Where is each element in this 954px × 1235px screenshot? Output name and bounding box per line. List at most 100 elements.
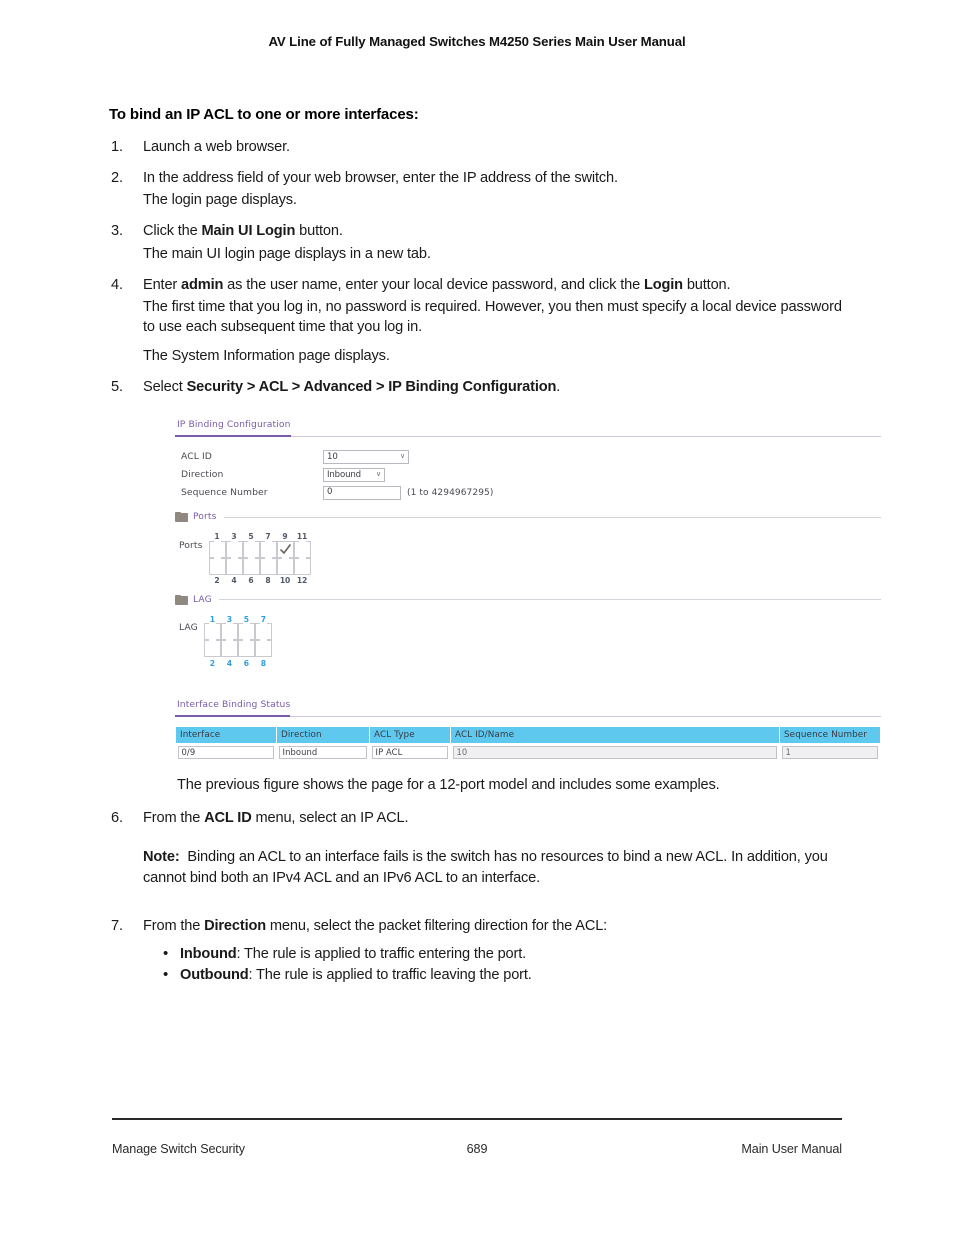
step-7: 7. From the Direction menu, select the p…	[109, 916, 843, 987]
lag-cell-8[interactable]	[254, 640, 272, 658]
step-emphasis: Direction	[204, 917, 267, 934]
direction-value: Inbound	[327, 469, 361, 480]
running-header: AV Line of Fully Managed Switches M4250 …	[268, 34, 686, 49]
step-text: Launch a web browser.	[143, 139, 290, 155]
lag-cell-4[interactable]	[220, 640, 238, 658]
page-title: To bind an IP ACL to one or more interfa…	[109, 106, 419, 123]
lag-cell-7[interactable]	[254, 623, 272, 641]
column-header-interface[interactable]: Interface	[175, 725, 277, 745]
step-text-post: button.	[682, 276, 731, 293]
lag-bottom-numbers: 2 4 6 8	[204, 657, 272, 667]
interface-binding-status-table: Interface Direction ACL Type ACL ID/Name…	[175, 725, 881, 763]
column-header-sequence-number[interactable]: Sequence Number	[779, 725, 881, 745]
step-number: 5.	[111, 379, 123, 396]
ip-binding-configuration-tab[interactable]: IP Binding Configuration	[175, 413, 881, 437]
ports-group-title: Ports	[193, 510, 217, 522]
port-cell-2[interactable]	[208, 557, 226, 575]
ports-row-label: Ports	[179, 539, 203, 551]
lag-cell-1[interactable]	[203, 623, 221, 641]
acl-id-select[interactable]: 10 ∨	[323, 449, 409, 464]
lag-cell-5[interactable]	[237, 623, 255, 641]
step-text-pre: Select	[143, 379, 187, 396]
figure-caption: The previous figure shows the page for a…	[177, 777, 720, 794]
step-3: 3. Click the Main UI Login button. The m…	[109, 221, 843, 263]
lag-number: 2	[209, 658, 215, 668]
tab-label: IP Binding Configuration	[175, 419, 291, 437]
step-subtext: The main UI login page displays in a new…	[143, 245, 431, 262]
ports-top-numbers: 1 3 5 7 9 11	[209, 531, 311, 541]
acl-id-name-input[interactable]: 10	[452, 746, 777, 760]
port-cell-7[interactable]	[259, 540, 277, 558]
step-text-post: .	[556, 379, 561, 396]
chevron-down-icon: ∨	[376, 470, 381, 479]
interface-binding-status-tab[interactable]: Interface Binding Status	[175, 693, 881, 717]
port-cell-8[interactable]	[259, 557, 277, 575]
bullet-desc: : The rule is applied to traffic leaving…	[248, 967, 532, 984]
step-emphasis: Main UI Login	[201, 223, 296, 240]
ports-top-row	[208, 540, 311, 558]
port-cell-5[interactable]	[242, 540, 260, 558]
port-cell-9[interactable]	[276, 540, 294, 558]
table-row: 0/9 Inbound IP ACL 10 1	[176, 744, 881, 763]
note-label: Note:	[143, 849, 180, 866]
cell-acl-id-name: 10	[451, 744, 780, 763]
list-item-inbound: Inbound: The rule is applied to traffic …	[163, 943, 843, 965]
port-cell-1[interactable]	[208, 540, 226, 558]
step-4: 4. Enter admin as the user name, enter y…	[109, 275, 843, 367]
lag-cell-2[interactable]	[203, 640, 221, 658]
direction-select[interactable]: Inbound ∨	[323, 467, 385, 482]
port-cell-12[interactable]	[293, 557, 311, 575]
port-cell-10[interactable]	[276, 557, 294, 575]
lag-number: 8	[260, 658, 266, 668]
document-page: AV Line of Fully Managed Switches M4250 …	[0, 0, 954, 1235]
lag-grid: 1 3 5 7 2 4 6 8	[203, 613, 272, 667]
checkmark-icon	[279, 543, 291, 554]
cell-interface: 0/9	[176, 744, 277, 763]
sequence-number-input[interactable]: 0	[323, 485, 401, 500]
port-number: 10	[279, 576, 291, 586]
ports-bottom-numbers: 2 4 6 8 10 12	[209, 575, 311, 585]
step-text-post: button.	[295, 223, 343, 240]
step-number: 4.	[111, 276, 123, 293]
step-subtext: The first time that you log in, no passw…	[143, 298, 842, 335]
bullet-term: Outbound	[180, 967, 249, 984]
sequence-number-input[interactable]: 1	[781, 746, 878, 760]
direction-input[interactable]: Inbound	[278, 746, 367, 760]
step-2: 2. In the address field of your web brow…	[109, 168, 843, 210]
bullet-term: Inbound	[180, 945, 237, 962]
ports-bottom-row	[208, 557, 311, 575]
step-text-pre: From the	[143, 810, 205, 827]
lag-cell-3[interactable]	[220, 623, 238, 641]
cell-acl-type: IP ACL	[370, 744, 451, 763]
divider	[218, 599, 881, 601]
lag-group-header: LAG	[175, 594, 881, 607]
column-header-acl-type[interactable]: ACL Type	[369, 725, 451, 745]
bullet-desc: : The rule is applied to traffic enterin…	[236, 945, 527, 962]
port-cell-6[interactable]	[242, 557, 260, 575]
interface-input[interactable]: 0/9	[177, 746, 274, 760]
step-emphasis-login: Login	[643, 276, 683, 293]
direction-row: Direction Inbound ∨	[181, 466, 881, 484]
sequence-number-row: Sequence Number 0 (1 to 4294967295)	[181, 484, 881, 502]
lag-group-title: LAG	[193, 593, 212, 605]
step-number: 7.	[111, 917, 123, 934]
port-cell-4[interactable]	[225, 557, 243, 575]
ui-screenshot-figure: IP Binding Configuration ACL ID 10 ∨ Dir…	[175, 413, 881, 763]
step-1: 1. Launch a web browser.	[109, 137, 843, 157]
step-text: In the address field of your web browser…	[143, 170, 618, 187]
column-header-direction[interactable]: Direction	[276, 725, 370, 745]
port-cell-11[interactable]	[293, 540, 311, 558]
direction-label: Direction	[181, 468, 224, 480]
lag-cell-6[interactable]	[237, 640, 255, 658]
acl-type-input[interactable]: IP ACL	[371, 746, 448, 760]
port-number: 9	[282, 532, 288, 542]
tab-label: Interface Binding Status	[175, 699, 291, 717]
lag-row-label: LAG	[179, 622, 198, 634]
column-header-acl-id-name[interactable]: ACL ID/Name	[450, 725, 780, 745]
port-number: 4	[231, 576, 237, 586]
port-cell-3[interactable]	[225, 540, 243, 558]
sequence-number-range-hint: (1 to 4294967295)	[407, 487, 494, 498]
footer-left: Manage Switch Security	[112, 1142, 245, 1156]
folder-icon	[175, 594, 188, 605]
ports-group-header: Ports	[175, 511, 881, 524]
